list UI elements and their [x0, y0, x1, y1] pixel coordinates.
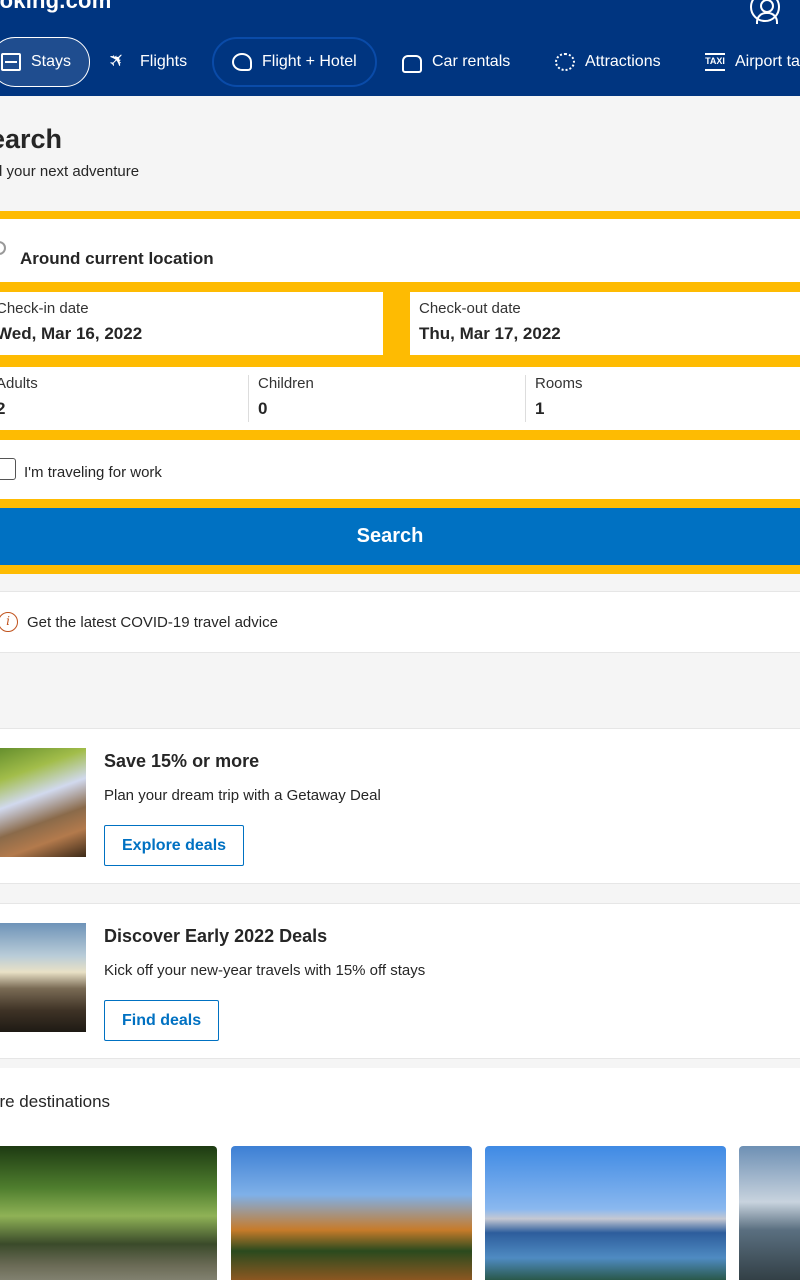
search-button[interactable]: Search — [0, 508, 800, 565]
find-deals-button[interactable]: Find deals — [104, 1000, 220, 1041]
top-header: ooking.com Stays Flights Flight + Hotel … — [0, 0, 800, 96]
destination-card[interactable] — [485, 1146, 726, 1280]
destination-card[interactable] — [231, 1146, 472, 1280]
search-icon — [0, 241, 6, 255]
adults-label: Adults — [0, 375, 38, 392]
tab-flights[interactable]: Flights — [110, 37, 187, 87]
taxi-icon: TAXI — [705, 53, 725, 71]
deal-image — [0, 748, 86, 857]
plane-icon — [110, 53, 130, 71]
tab-stays-label: Stays — [31, 53, 72, 70]
work-travel-field: I'm traveling for work — [0, 440, 800, 499]
occupancy-field[interactable]: Adults 2 Children 0 Rooms 1 — [0, 367, 800, 430]
tab-flights-label: Flights — [140, 53, 188, 70]
children-label: Children — [258, 375, 314, 392]
tab-stays[interactable]: Stays — [0, 37, 91, 87]
children-value: 0 — [258, 399, 268, 418]
checkin-field[interactable]: Check-in date Wed, Mar 16, 2022 — [0, 292, 383, 355]
deal-card: Discover Early 2022 Deals Kick off your … — [0, 903, 800, 1059]
divider — [525, 375, 526, 422]
page-title: earch — [0, 124, 63, 154]
work-travel-checkbox[interactable] — [0, 458, 16, 480]
flight-hotel-icon — [232, 53, 252, 71]
deal-image — [0, 923, 86, 1032]
destinations-title: ore destinations — [0, 1092, 111, 1111]
destinations-section: ore destinations — [0, 1068, 800, 1280]
checkout-label: Check-out date — [419, 300, 521, 317]
profile-icon[interactable] — [750, 0, 780, 24]
car-icon — [402, 55, 422, 73]
rooms-value: 1 — [535, 399, 545, 418]
destination-card[interactable] — [739, 1146, 800, 1280]
tab-car-rentals-label: Car rentals — [432, 53, 511, 70]
covid-banner[interactable]: i Get the latest COVID-19 travel advice — [0, 591, 800, 653]
adults-value: 2 — [0, 399, 6, 418]
checkin-label: Check-in date — [0, 300, 89, 317]
tab-airport-taxis[interactable]: TAXI Airport ta — [705, 37, 800, 87]
tab-flight-hotel[interactable]: Flight + Hotel — [212, 37, 377, 87]
deal-title: Save 15% or more — [104, 751, 260, 771]
destination-field[interactable]: Around current location — [0, 219, 800, 282]
deal-description: Kick off your new-year travels with 15% … — [104, 962, 426, 979]
work-travel-label[interactable]: I'm traveling for work — [24, 464, 162, 481]
product-nav: Stays Flights Flight + Hotel Car rentals… — [0, 35, 800, 89]
deal-description: Plan your dream trip with a Getaway Deal — [104, 787, 381, 804]
tab-attractions-label: Attractions — [585, 53, 661, 70]
destination-value: Around current location — [20, 249, 214, 268]
info-icon: i — [0, 612, 18, 632]
divider — [248, 375, 249, 422]
booking-logo[interactable]: ooking.com — [0, 0, 111, 14]
destination-card[interactable] — [0, 1146, 217, 1280]
tab-attractions[interactable]: Attractions — [555, 37, 661, 87]
tab-flight-hotel-label: Flight + Hotel — [262, 53, 357, 70]
bed-icon — [1, 53, 21, 71]
deal-card: Save 15% or more Plan your dream trip wi… — [0, 728, 800, 884]
page-subtitle: d your next adventure — [0, 163, 140, 180]
search-box: Around current location Check-in date We… — [0, 211, 800, 574]
tab-airport-taxis-label: Airport ta — [735, 53, 800, 70]
checkin-value: Wed, Mar 16, 2022 — [0, 324, 143, 343]
checkout-value: Thu, Mar 17, 2022 — [419, 324, 561, 343]
explore-deals-button[interactable]: Explore deals — [104, 825, 245, 866]
checkout-field[interactable]: Check-out date Thu, Mar 17, 2022 — [410, 292, 800, 355]
rooms-label: Rooms — [535, 375, 583, 392]
tab-car-rentals[interactable]: Car rentals — [402, 37, 510, 87]
covid-text[interactable]: Get the latest COVID-19 travel advice — [27, 614, 278, 631]
attractions-icon — [555, 53, 575, 71]
deal-title: Discover Early 2022 Deals — [104, 926, 328, 946]
page: ooking.com Stays Flights Flight + Hotel … — [0, 0, 800, 1280]
